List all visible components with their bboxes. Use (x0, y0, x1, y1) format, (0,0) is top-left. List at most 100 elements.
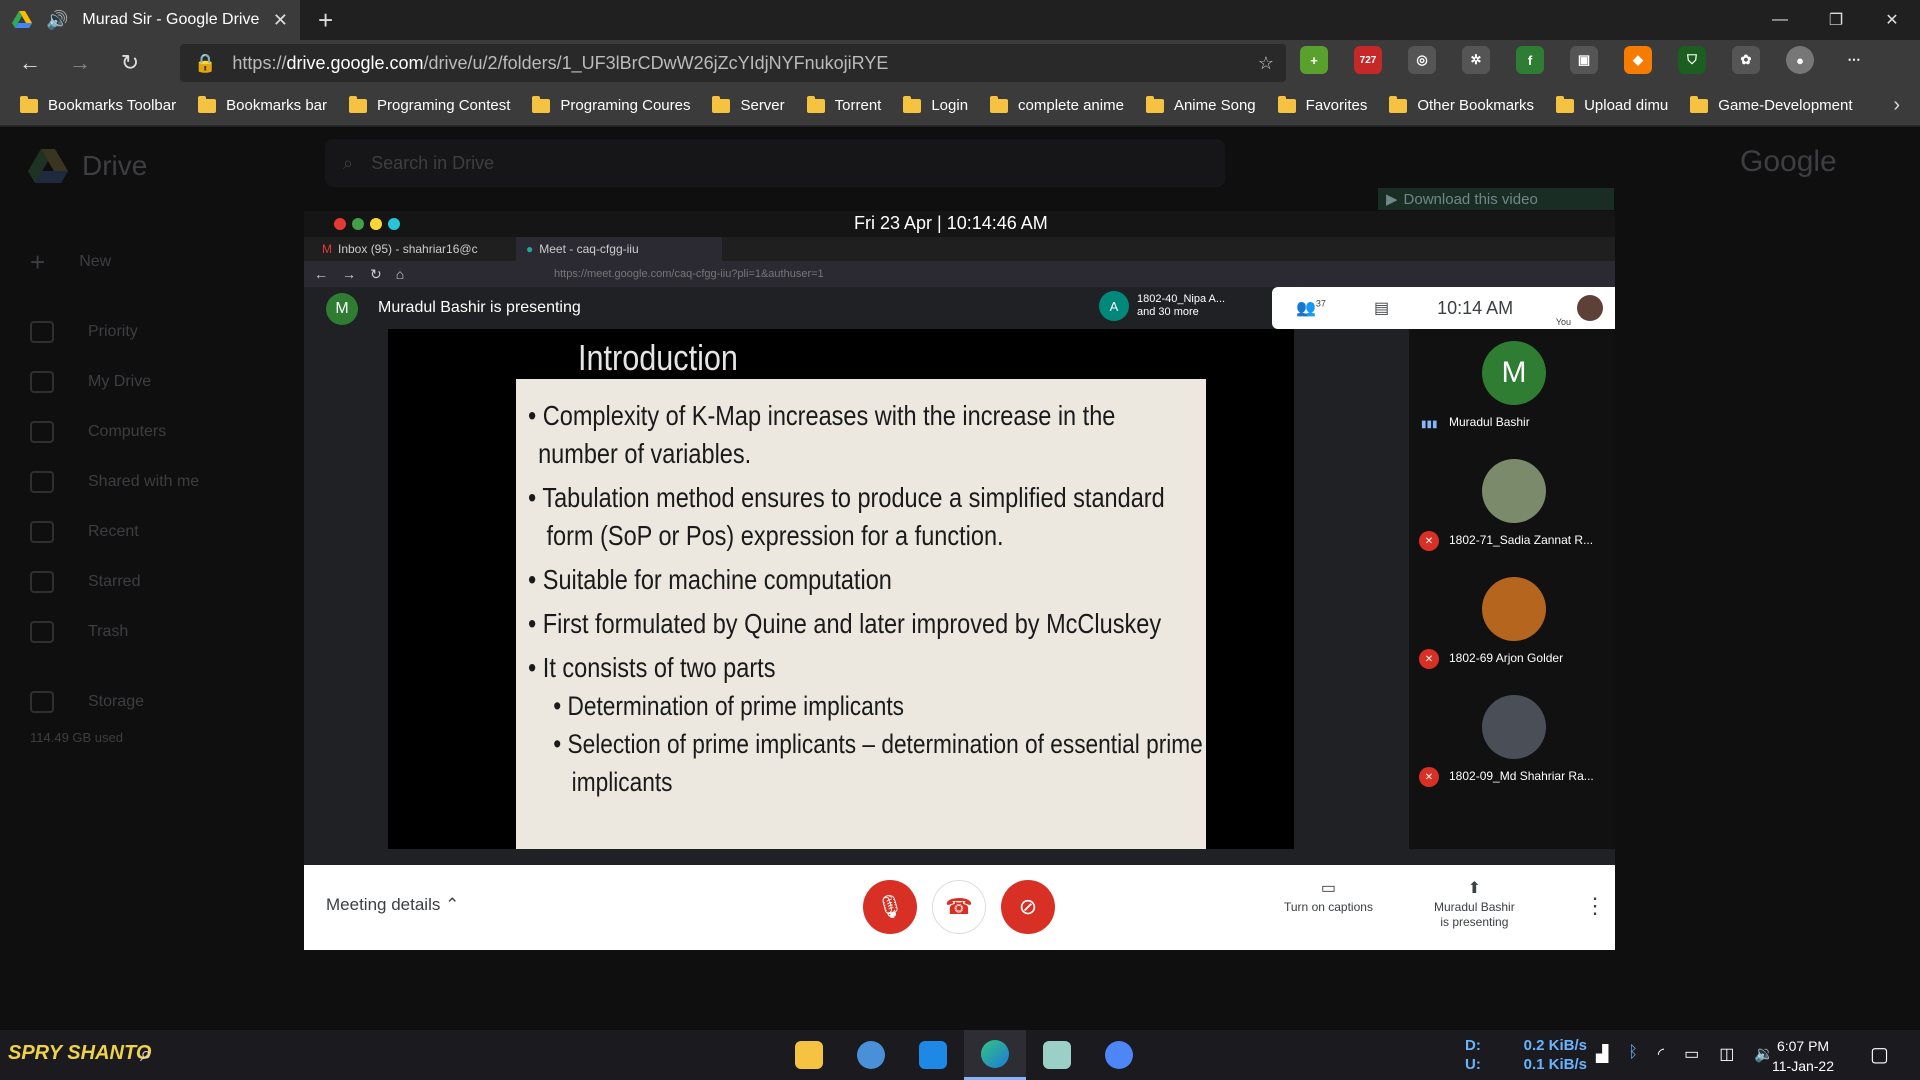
sidebar-label: Priority (88, 323, 138, 340)
presenting-button[interactable]: ⬆ Muradul Bashir is presenting (1434, 881, 1515, 930)
bluetooth-icon[interactable]: ᛒ (1628, 1044, 1638, 1064)
new-tab-button[interactable]: + (318, 5, 333, 36)
meeting-details-button[interactable]: Meeting details ⌃ (326, 895, 459, 915)
display-icon[interactable]: ◫ (1719, 1044, 1734, 1064)
presenter-avatar: M (326, 293, 358, 325)
video-player[interactable]: Fri 23 Apr | 10:14:46 AM M Inbox (95) - s… (304, 211, 1615, 950)
bookmark-item[interactable]: Game-Development (1690, 95, 1853, 114)
drive-sidebar: + New Priority My Drive Computers Shared … (30, 237, 199, 747)
tile-avatar: M (1482, 341, 1546, 405)
wifi-icon[interactable]: ◜ (1658, 1044, 1664, 1064)
bookmark-label: Upload dimu (1584, 97, 1669, 114)
forward-icon[interactable]: → (60, 43, 100, 83)
bookmark-item[interactable]: Anime Song (1145, 95, 1256, 114)
edge-app[interactable] (964, 1030, 1026, 1080)
url-host: drive.google.com (286, 52, 424, 73)
download-video-label: Download this video (1403, 190, 1538, 208)
sidebar-item-starred[interactable]: Starred (30, 557, 199, 607)
minimize-icon[interactable]: — (1752, 0, 1808, 40)
drive-search-input[interactable]: ⌕ Search in Drive (325, 139, 1225, 187)
battery-icon[interactable]: ▭ (1684, 1044, 1699, 1064)
drive-new-label: New (79, 253, 112, 270)
incognito-extension-icon[interactable]: ◎ (1408, 46, 1436, 74)
sidebar-item-priority[interactable]: Priority (30, 307, 199, 357)
sidebar-label: Recent (88, 523, 139, 540)
notification-icon[interactable]: ▢ (1870, 1042, 1889, 1067)
f-extension-icon[interactable]: f (1516, 46, 1544, 74)
back-icon[interactable]: ← (10, 43, 50, 83)
address-toolbar: ← → ↻ 🔒 https://drive.google.com/drive/u… (0, 40, 1920, 86)
search-icon[interactable]: ⌕ (140, 1041, 152, 1067)
mic-off-button[interactable]: 🎙 (863, 880, 917, 934)
bookmark-item[interactable]: Other Bookmarks (1389, 95, 1535, 114)
bookmark-label: Programing Coures (560, 97, 691, 114)
idm-badge: 727 (1359, 54, 1377, 66)
slide-sub-bullet: Selection of prime implicants – determin… (528, 725, 1202, 763)
bookmark-item[interactable]: Favorites (1277, 95, 1367, 114)
file-explorer-app[interactable] (778, 1030, 840, 1080)
presenting-line2: is presenting (1440, 915, 1509, 929)
bar-chart-icon[interactable]: ▟ (1596, 1044, 1608, 1064)
url-field[interactable]: 🔒 https://drive.google.com/drive/u/2/fol… (180, 44, 1286, 82)
bookmark-item[interactable]: Upload dimu (1556, 95, 1669, 114)
captions-button[interactable]: ▭ Turn on captions (1284, 881, 1373, 915)
meet-icon: ● (526, 242, 534, 256)
start-button[interactable]: SPRY SHANTO (8, 1042, 151, 1065)
gear-extension-icon[interactable]: ✲ (1462, 46, 1490, 74)
bookmark-item[interactable]: complete anime (990, 95, 1124, 114)
idm-extension-icon[interactable]: 727 (1354, 46, 1382, 74)
more-options-icon[interactable]: ⋮ (1584, 893, 1606, 919)
media-extension-icon[interactable]: ▣ (1570, 46, 1598, 74)
sidebar-item-trash[interactable]: Trash (30, 607, 199, 657)
speaker-icon[interactable]: 🔊 (46, 10, 68, 31)
slide-title: Introduction (578, 337, 738, 378)
lock-icon[interactable]: 🔒 (194, 53, 216, 74)
bookmark-item[interactable]: Bookmarks bar (198, 95, 327, 114)
sidebar-item-storage[interactable]: Storage (30, 677, 199, 727)
puzzle-extensions-icon[interactable]: ✿ (1732, 46, 1760, 74)
sidebar-item-recent[interactable]: Recent (30, 507, 199, 557)
sidebar-item-computers[interactable]: Computers (30, 407, 199, 457)
reload-icon[interactable]: ↻ (110, 43, 150, 83)
bookmark-item[interactable]: Torrent (806, 95, 881, 114)
shield-extension-icon[interactable]: ⛉ (1678, 46, 1706, 74)
vscode-app[interactable] (902, 1030, 964, 1080)
my-drive-icon (30, 371, 54, 393)
favorite-star-icon[interactable]: ☆ (1258, 53, 1274, 74)
profile-avatar[interactable]: ● (1786, 46, 1814, 74)
people-icon (30, 471, 54, 493)
sidebar-label: Starred (88, 573, 141, 590)
system-tray: ▟ ᛒ ◜ ▭ ◫ 🔉 (1596, 1044, 1774, 1064)
orange-extension-icon[interactable]: ◆ (1624, 46, 1652, 74)
chevron-right-icon[interactable]: › (1893, 94, 1900, 117)
bookmark-item[interactable]: Login (903, 95, 968, 114)
bookmark-item[interactable]: Programing Coures (532, 95, 691, 114)
camera-off-icon: ⊘ (1018, 894, 1038, 919)
qbittorrent-app[interactable] (840, 1030, 902, 1080)
sidebar-item-shared[interactable]: Shared with me (30, 457, 199, 507)
close-window-icon[interactable]: ✕ (1864, 0, 1920, 40)
end-call-button[interactable]: ☎ (932, 880, 986, 934)
extension-plus-icon[interactable]: + (1300, 46, 1328, 74)
meet-controls-bar: Meeting details ⌃ 🎙 ☎ ⊘ ▭ Turn on caption… (304, 865, 1615, 950)
bookmark-label: Game-Development (1718, 97, 1853, 114)
folder-icon (20, 95, 38, 113)
bookmark-item[interactable]: Server (712, 95, 785, 114)
meeting-details-label: Meeting details (326, 895, 441, 914)
you-label: You (1555, 317, 1571, 327)
drive-new-button[interactable]: + New (30, 237, 199, 287)
taskbar-clock[interactable]: 6:07 PM 11-Jan-22 (1772, 1036, 1834, 1076)
menu-dots-icon[interactable]: ⋯ (1840, 46, 1868, 74)
restore-icon[interactable]: ❐ (1808, 0, 1864, 40)
bookmark-item[interactable]: Programing Contest (349, 95, 510, 114)
download-video-button[interactable]: ▶ Download this video (1378, 188, 1614, 210)
notes-app[interactable] (1026, 1030, 1088, 1080)
camera-off-button[interactable]: ⊘ (1001, 880, 1055, 934)
recorded-system-bar: Fri 23 Apr | 10:14:46 AM (304, 211, 1615, 237)
close-tab-icon[interactable]: ✕ (273, 10, 288, 31)
browser-tab[interactable]: 🔊 Murad Sir - Google Drive ✕ (0, 0, 300, 40)
sidebar-item-my-drive[interactable]: My Drive (30, 357, 199, 407)
bookmark-item[interactable]: Bookmarks Toolbar (20, 95, 176, 114)
chrome-app[interactable] (1088, 1030, 1150, 1080)
bookmark-label: Other Bookmarks (1417, 97, 1535, 114)
